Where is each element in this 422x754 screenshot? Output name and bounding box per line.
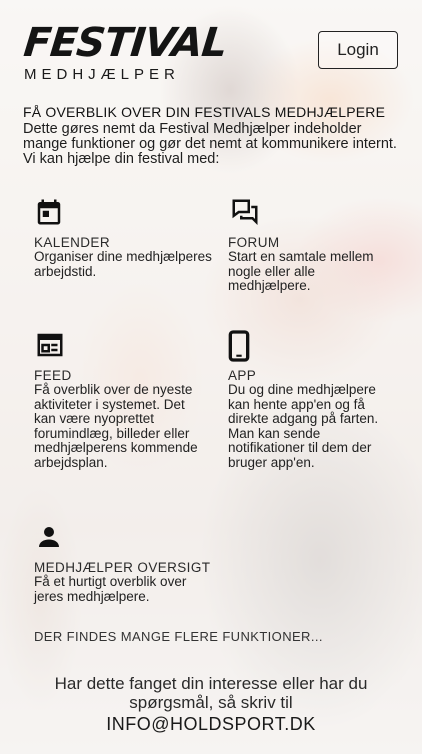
calendar-icon xyxy=(34,197,64,227)
forum-icon xyxy=(228,197,258,227)
feature-description: Få overblik over de nyeste aktiviteter i… xyxy=(34,382,198,470)
login-button[interactable]: Login xyxy=(318,31,398,69)
feature-title: KALENDER xyxy=(34,235,110,250)
feature-description: Du og dine medhjælpere kan hente app'en … xyxy=(228,382,379,470)
more-features-text: DER FINDES MANGE FLERE FUNKTIONER... xyxy=(34,629,323,644)
contact-section: Har dette fanget din interesse eller har… xyxy=(40,674,382,735)
feature-title: FEED xyxy=(34,368,72,383)
page: FESTIVAL MEDHJÆLPER Login FÅ OVERBLIK OV… xyxy=(0,0,422,754)
feature-description: Få et hurtigt overblik over jeres medhjæ… xyxy=(34,574,187,604)
intro-section: FÅ OVERBLIK OVER DIN FESTIVALS MEDHJÆLPE… xyxy=(23,104,403,167)
phone-icon xyxy=(228,330,258,362)
person-icon xyxy=(34,522,64,552)
feature-app: APP Du og dine medhjælpere kan hente app… xyxy=(228,330,393,470)
intro-heading: FÅ OVERBLIK OVER DIN FESTIVALS MEDHJÆLPE… xyxy=(23,104,386,120)
feature-forum: FORUM Start en samtale mellem nogle elle… xyxy=(228,197,388,294)
logo-subtitle: MEDHJÆLPER xyxy=(24,66,180,83)
contact-text: Har dette fanget din interesse eller har… xyxy=(54,674,368,712)
brand-logo: FESTIVAL MEDHJÆLPER xyxy=(21,20,229,83)
feature-title: FORUM xyxy=(228,235,280,250)
feature-feed: FEED Få overblik over de nyeste aktivite… xyxy=(34,330,204,470)
feature-calendar: KALENDER Organiser dine medhjælperes arb… xyxy=(34,197,224,279)
contact-email-link[interactable]: INFO@HOLDSPORT.DK xyxy=(106,714,315,735)
feed-icon xyxy=(34,330,64,360)
feature-description: Organiser dine medhjælperes arbejdstid. xyxy=(34,249,212,279)
intro-text: Dette gøres nemt da Festival Medhjælper … xyxy=(23,121,397,167)
feature-description: Start en samtale mellem nogle eller alle… xyxy=(228,249,374,293)
feature-helper-overview: MEDHJÆLPER OVERSIGT Få et hurtigt overbl… xyxy=(34,522,234,604)
feature-title: APP xyxy=(228,368,257,383)
logo-wordmark: FESTIVAL xyxy=(21,20,229,66)
feature-title: MEDHJÆLPER OVERSIGT xyxy=(34,560,211,575)
